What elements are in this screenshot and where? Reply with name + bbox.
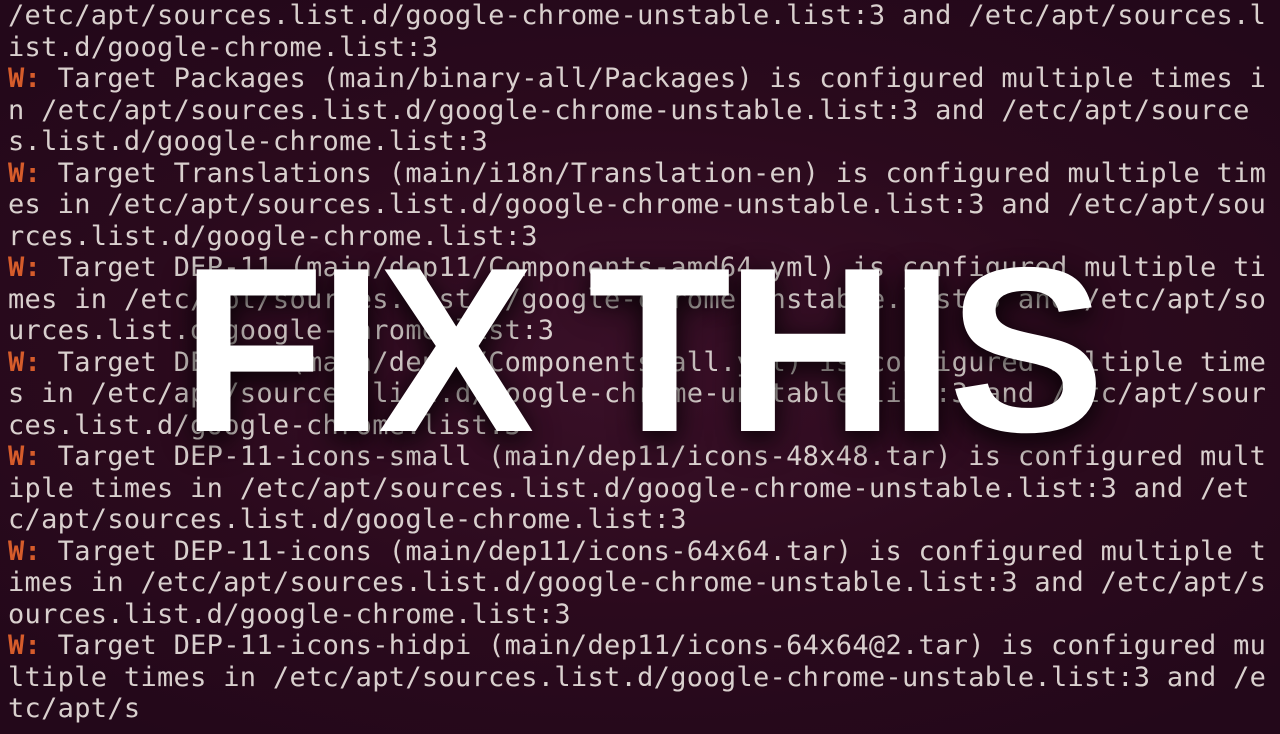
- terminal-line: Target DEP-11-icons (main/dep11/icons-64…: [8, 536, 1266, 630]
- warning-prefix: W:: [8, 536, 41, 567]
- terminal-line: Target DEP-11-icons-small (main/dep11/ic…: [8, 441, 1266, 535]
- terminal-line: /etc/apt/sources.list.d/google-chrome-un…: [8, 0, 1266, 63]
- terminal-line: Target DEP-11 (main/dep11/Components-amd…: [8, 252, 1266, 346]
- warning-prefix: W:: [8, 441, 41, 472]
- warning-prefix: W:: [8, 347, 41, 378]
- warning-prefix: W:: [8, 252, 41, 283]
- terminal-line: Target Translations (main/i18n/Translati…: [8, 158, 1266, 252]
- terminal-line: Target DEP-11-icons-hidpi (main/dep11/ic…: [8, 630, 1266, 724]
- terminal-line: Target Packages (main/binary-all/Package…: [8, 63, 1266, 157]
- warning-prefix: W:: [8, 63, 41, 94]
- warning-prefix: W:: [8, 630, 41, 661]
- warning-prefix: W:: [8, 158, 41, 189]
- terminal-line: Target DEP-11 (main/dep11/Components-all…: [8, 347, 1266, 441]
- terminal-output: /etc/apt/sources.list.d/google-chrome-un…: [0, 0, 1280, 734]
